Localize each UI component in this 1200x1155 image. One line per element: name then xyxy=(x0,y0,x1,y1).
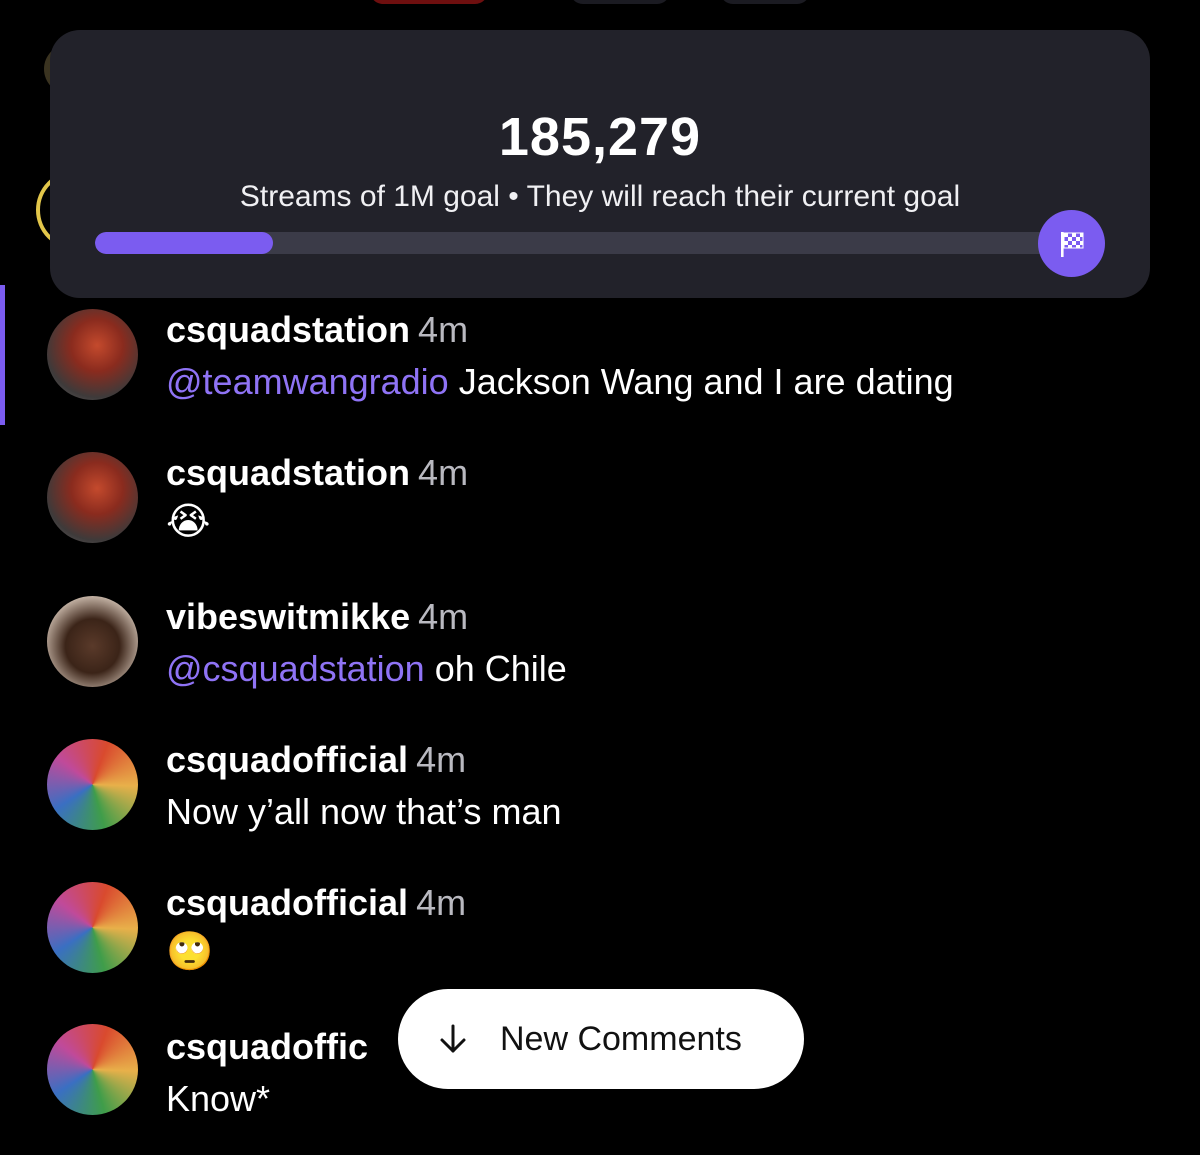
comment-header: csquadoffic xyxy=(166,1029,368,1065)
avatar[interactable] xyxy=(47,596,138,687)
comment-message: Jackson Wang and I are dating xyxy=(448,361,954,402)
comment-username[interactable]: csquadofficial xyxy=(166,739,408,780)
new-comments-button[interactable]: New Comments xyxy=(398,989,804,1089)
comment-message: Know* xyxy=(166,1078,271,1119)
comment-header: csquadofficial 4m xyxy=(166,742,466,778)
comment-timestamp: 4m xyxy=(416,882,467,923)
comment-message: oh Chile xyxy=(424,648,567,689)
avatar[interactable] xyxy=(47,452,138,543)
active-comment-indicator xyxy=(0,285,5,425)
comment-message: 🙄 xyxy=(166,931,214,973)
stream-goal-card: 185,279 Streams of 1M goal • They will r… xyxy=(50,30,1150,298)
comment-timestamp: 4m xyxy=(418,452,469,493)
arrow-down-icon xyxy=(440,1024,466,1053)
comment-username[interactable]: csquadofficial xyxy=(166,882,408,923)
comment-mention[interactable]: @csquadstation xyxy=(166,648,425,689)
comment-header: csquadstation 4m xyxy=(166,455,468,491)
live-chat-screen: 185,279 Streams of 1M goal • They will r… xyxy=(0,0,1200,1155)
avatar[interactable] xyxy=(47,882,138,973)
goal-stream-count: 185,279 xyxy=(498,107,702,167)
comment-header: vibeswitmikke 4m xyxy=(166,599,468,635)
new-comments-label: New Comments xyxy=(500,1019,742,1058)
goal-subtitle: Streams of 1M goal • They will reach the… xyxy=(239,180,961,213)
goal-progress-fill xyxy=(95,232,273,254)
avatar[interactable] xyxy=(47,309,138,400)
comment-username[interactable]: csquadstation xyxy=(166,452,410,493)
comment-timestamp: 4m xyxy=(418,596,469,637)
comment-text: @csquadstation oh Chile xyxy=(166,651,567,687)
comment-username[interactable]: vibeswitmikke xyxy=(166,596,410,637)
avatar[interactable] xyxy=(47,1024,138,1115)
comment-message: Now y’all now that’s man xyxy=(166,791,562,832)
top-button-partial[interactable] xyxy=(720,0,810,4)
comment-username[interactable]: csquadstation xyxy=(166,309,410,350)
comment-header: csquadofficial 4m xyxy=(166,885,466,921)
comment-message: 😭 xyxy=(166,501,211,543)
comment-timestamp: 4m xyxy=(418,309,469,350)
comment-username[interactable]: csquadoffic xyxy=(166,1026,368,1067)
top-button-partial[interactable] xyxy=(570,0,670,4)
goal-flag-button[interactable] xyxy=(1038,210,1105,277)
checkered-flag-icon xyxy=(1060,231,1083,257)
comment-text: @teamwangradio Jackson Wang and I are da… xyxy=(166,364,954,400)
comment-timestamp: 4m xyxy=(416,739,467,780)
comment-header: csquadstation 4m xyxy=(166,312,468,348)
top-button-partial[interactable] xyxy=(370,0,488,4)
comment-mention[interactable]: @teamwangradio xyxy=(166,361,449,402)
avatar[interactable] xyxy=(47,739,138,830)
goal-progress-bar xyxy=(95,232,1055,254)
